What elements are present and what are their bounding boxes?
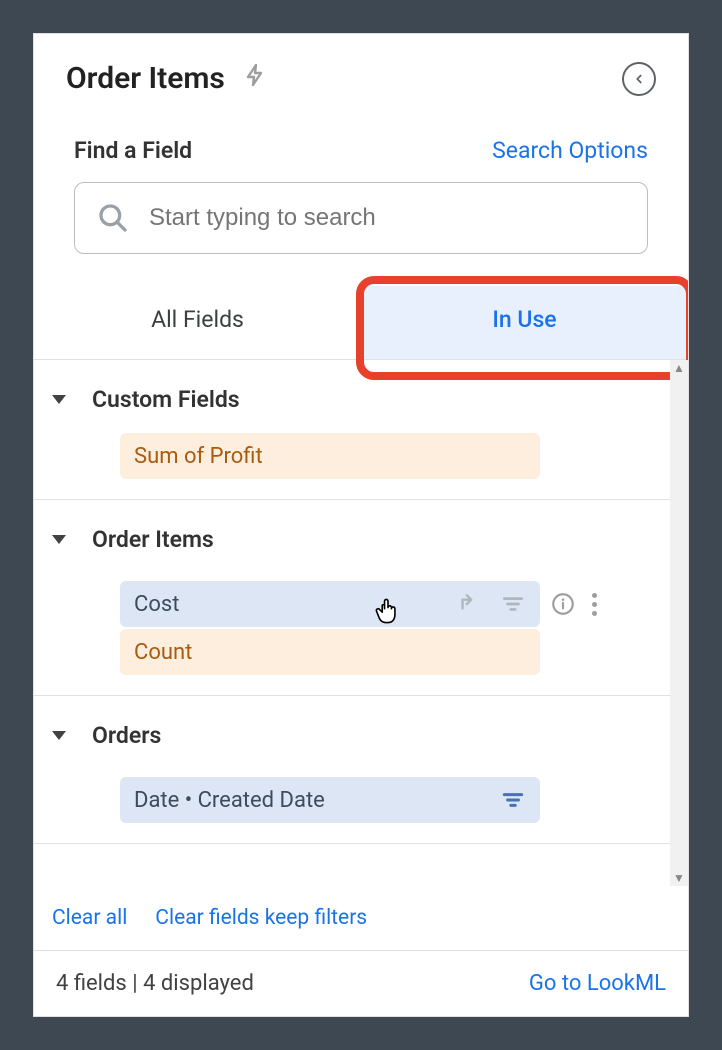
- go-to-lookml-link[interactable]: Go to LookML: [529, 971, 666, 996]
- tab-in-use[interactable]: In Use: [361, 286, 688, 359]
- tab-all-fields[interactable]: All Fields: [34, 286, 361, 359]
- caret-down-icon: [52, 535, 66, 544]
- caret-down-icon: [52, 731, 66, 740]
- side-actions: [550, 581, 597, 627]
- section-header[interactable]: Custom Fields: [34, 368, 688, 427]
- panel-title: Order Items: [66, 61, 225, 96]
- clear-all-link[interactable]: Clear all: [52, 906, 127, 930]
- field-label: Sum of Profit: [134, 444, 263, 469]
- clear-fields-keep-filters-link[interactable]: Clear fields keep filters: [155, 906, 367, 930]
- field-label: Cost: [134, 592, 179, 617]
- title-group: Order Items: [66, 60, 267, 97]
- search-options-link[interactable]: Search Options: [492, 137, 648, 164]
- section-header[interactable]: Orders: [34, 704, 688, 763]
- scroll-up-icon[interactable]: ▲: [670, 360, 688, 376]
- status-bar: 4 fields | 4 displayed Go to LookML: [34, 951, 688, 1016]
- field-count[interactable]: Count: [120, 629, 540, 675]
- find-label: Find a Field: [74, 137, 192, 164]
- bottom-links: Clear all Clear fields keep filters: [34, 886, 688, 951]
- find-row: Find a Field Search Options: [74, 137, 648, 164]
- field-cost[interactable]: Cost: [120, 581, 540, 627]
- collapse-button[interactable]: [622, 62, 656, 96]
- field-label: Date • Created Date: [134, 788, 325, 813]
- field-picker-panel: Order Items Find a Field Search Options …: [33, 33, 689, 1017]
- caret-down-icon: [52, 395, 66, 404]
- field-sum-of-profit[interactable]: Sum of Profit: [120, 433, 540, 479]
- section-order-items: Order Items Cost Count: [34, 500, 688, 696]
- search-input[interactable]: [149, 204, 625, 232]
- search-box[interactable]: [74, 182, 648, 254]
- section-title: Order Items: [92, 526, 214, 553]
- filter-icon[interactable]: [500, 787, 526, 813]
- section-header[interactable]: Order Items: [34, 508, 688, 567]
- scroll-down-icon[interactable]: ▼: [670, 870, 688, 886]
- section-title: Orders: [92, 722, 161, 749]
- filter-icon[interactable]: [500, 591, 526, 617]
- scrollbar[interactable]: ▲ ▼: [670, 360, 688, 886]
- chevron-left-icon: [632, 72, 646, 86]
- info-icon[interactable]: [550, 591, 576, 617]
- header-row: Order Items: [34, 34, 688, 103]
- content-area: Custom Fields Sum of Profit Order Items …: [34, 360, 688, 886]
- section-orders: Orders Date • Created Date: [34, 696, 688, 844]
- search-icon: [97, 202, 129, 234]
- section-title: Custom Fields: [92, 386, 240, 413]
- pivot-icon[interactable]: [456, 591, 482, 617]
- status-summary: 4 fields | 4 displayed: [56, 971, 254, 996]
- field-actions: [456, 591, 526, 617]
- more-menu-icon[interactable]: [592, 593, 597, 616]
- tabs: All Fields In Use: [34, 286, 688, 360]
- field-date-created-date[interactable]: Date • Created Date: [120, 777, 540, 823]
- field-label: Count: [134, 640, 192, 665]
- field-actions: [500, 787, 526, 813]
- section-custom-fields: Custom Fields Sum of Profit: [34, 360, 688, 500]
- bolt-icon[interactable]: [243, 60, 267, 97]
